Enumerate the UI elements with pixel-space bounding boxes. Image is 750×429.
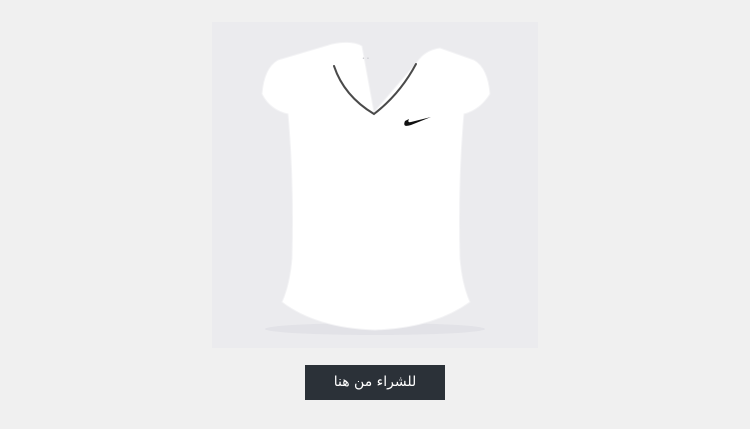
product-image[interactable]: • • [212, 22, 538, 348]
buy-here-button[interactable]: للشراء من هنا [305, 365, 445, 400]
tshirt-shape [261, 41, 491, 331]
page: • • للشراء من هنا [0, 0, 750, 429]
product-illustration: • • [261, 41, 491, 335]
inner-label: • • [362, 56, 370, 62]
